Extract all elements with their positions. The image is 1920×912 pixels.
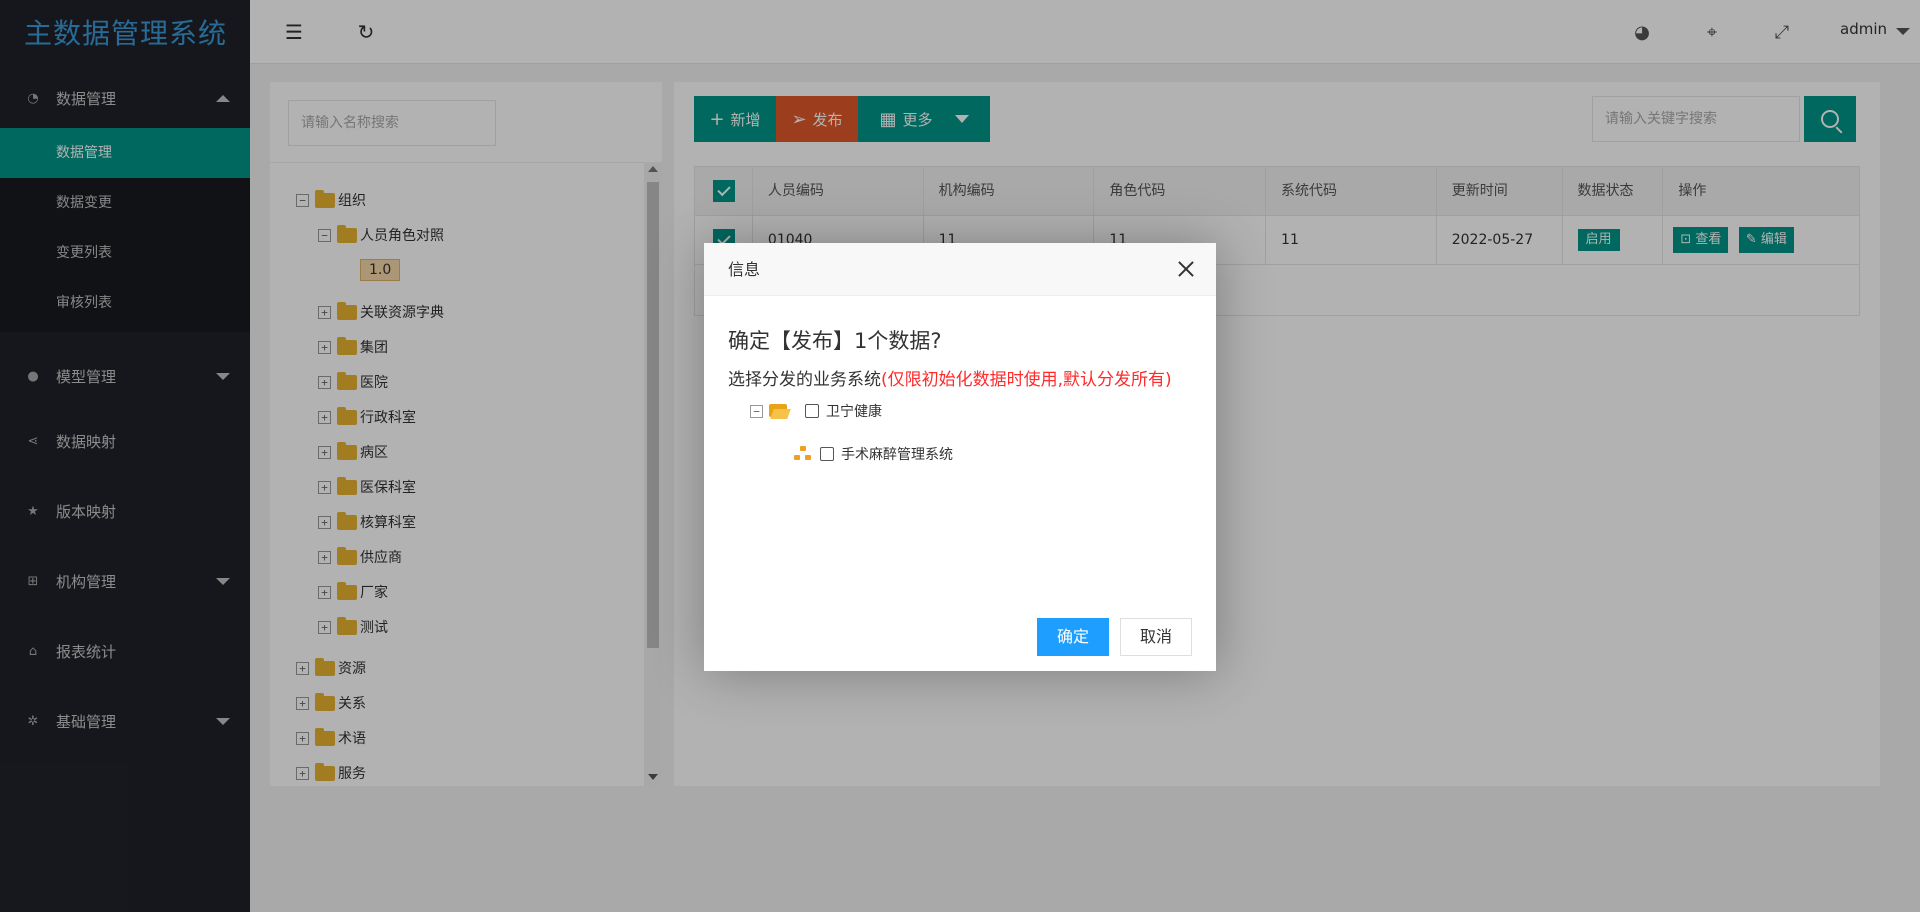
dialog-question: 确定【发布】1个数据? — [728, 329, 942, 353]
tree-root-label: 卫宁健康 — [826, 404, 882, 420]
dialog-buttons: 确定 取消 — [1026, 618, 1192, 656]
dialog-title: 信息 — [728, 260, 761, 279]
publish-dialog: 信息 确定【发布】1个数据? 选择分发的业务系统(仅限初始化数据时使用,默认分发… — [704, 243, 1216, 671]
org-chart-icon — [794, 446, 812, 462]
tree-child-label: 手术麻醉管理系统 — [841, 447, 953, 463]
child-checkbox[interactable] — [820, 447, 834, 461]
confirm-button[interactable]: 确定 — [1036, 618, 1109, 656]
folder-open-icon — [769, 403, 791, 419]
root-checkbox[interactable] — [805, 404, 819, 418]
close-icon[interactable] — [1176, 259, 1196, 279]
dialog-subtitle: 选择分发的业务系统(仅限初始化数据时使用,默认分发所有) — [728, 365, 1172, 390]
dialog-header: 信息 — [704, 243, 1216, 296]
subtitle-note: (仅限初始化数据时使用,默认分发所有) — [881, 370, 1172, 390]
dialog-tree-child[interactable]: 手术麻醉管理系统 — [794, 444, 953, 464]
collapse-icon[interactable]: − — [750, 404, 763, 418]
cancel-button[interactable]: 取消 — [1119, 618, 1192, 656]
dialog-tree-root[interactable]: − 卫宁健康 — [750, 401, 882, 421]
subtitle-text: 选择分发的业务系统 — [728, 370, 881, 390]
